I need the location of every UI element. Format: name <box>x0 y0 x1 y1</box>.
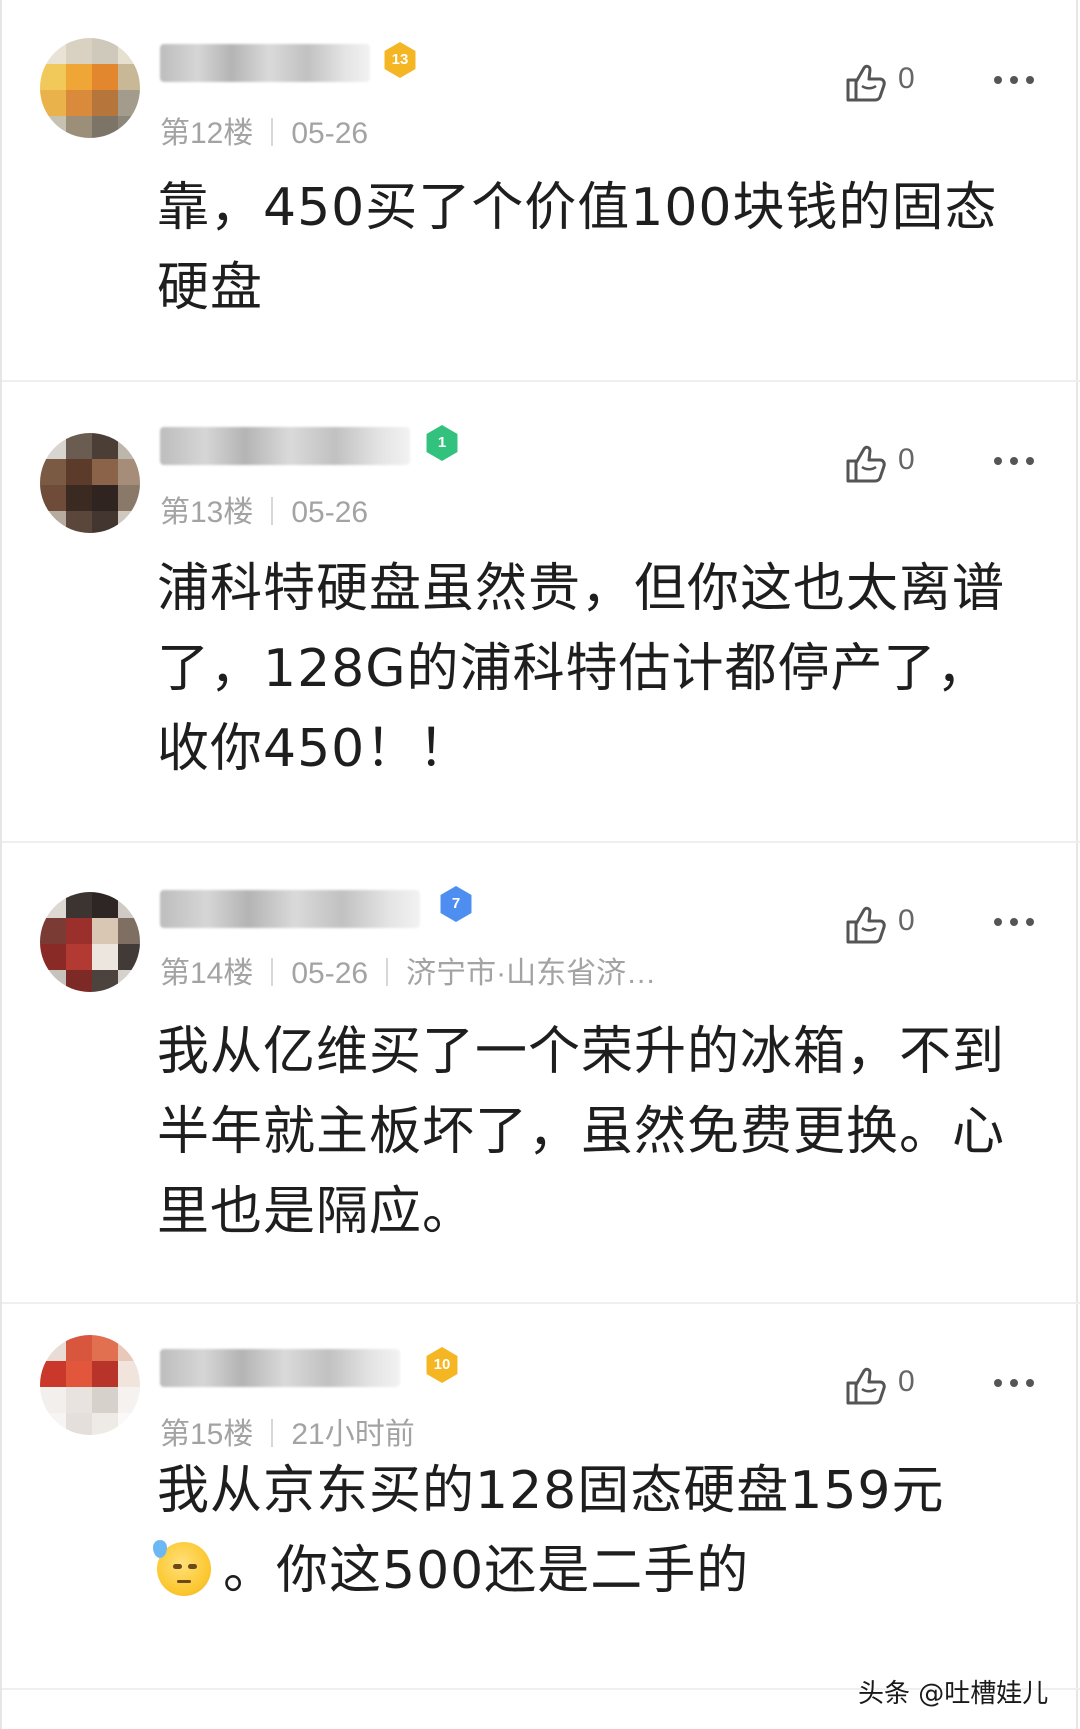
comment-body-text: 我从京东买的128固态硬盘159元 <box>157 1461 945 1521</box>
level-badge: 7 <box>438 886 474 922</box>
like-button[interactable]: 0 <box>842 58 962 108</box>
comment-location: 济宁市·山东省济… <box>406 957 657 990</box>
like-count: 0 <box>898 62 915 95</box>
comment-item: 10 第15楼 21小时前 0 我从京东买的128固态硬盘159元 。你这500还… <box>2 1303 1080 1689</box>
level-badge-number: 7 <box>451 895 461 912</box>
more-options-button[interactable] <box>994 912 1038 932</box>
user-avatar[interactable] <box>40 1335 140 1435</box>
meta-divider <box>271 958 274 987</box>
comment-date: 05-26 <box>291 957 369 990</box>
comment-date: 21小时前 <box>291 1418 415 1451</box>
level-badge: 10 <box>424 1347 460 1383</box>
user-avatar[interactable] <box>40 892 140 992</box>
username-blurred[interactable] <box>160 1349 400 1387</box>
more-options-button[interactable] <box>994 1373 1038 1393</box>
username-blurred[interactable] <box>160 44 370 82</box>
comment-body-text-tail: 。你这500还是二手的 <box>223 1541 750 1601</box>
user-avatar[interactable] <box>40 38 140 138</box>
more-options-button[interactable] <box>994 70 1038 90</box>
comment-date: 05-26 <box>291 496 369 529</box>
comment-date: 05-26 <box>291 117 369 150</box>
thumbs-up-icon <box>846 445 886 483</box>
level-badge-number: 13 <box>391 51 409 68</box>
level-badge-number: 1 <box>437 434 447 451</box>
like-button[interactable]: 0 <box>842 900 962 950</box>
like-count: 0 <box>898 904 915 937</box>
thumbs-up-icon <box>846 64 886 102</box>
meta-divider <box>271 118 274 147</box>
floor-number: 第13楼 <box>160 496 254 529</box>
like-count: 0 <box>898 1365 915 1398</box>
comment-meta: 第13楼 05-26 <box>160 487 368 531</box>
comment-item: 13 第12楼 05-26 0 靠，450买了个价值100块钱的固态硬盘 <box>2 0 1080 345</box>
like-button[interactable]: 0 <box>842 439 962 489</box>
comment-body: 靠，450买了个价值100块钱的固态硬盘 <box>157 178 998 318</box>
comment-item: 1 第13楼 05-26 0 浦科特硬盘虽然贵，但你这也太离谱了，128G的浦科特… <box>2 381 1080 841</box>
source-watermark: 头条 @吐槽娃儿 <box>858 1679 1049 1709</box>
more-options-button[interactable] <box>994 451 1038 471</box>
like-count: 0 <box>898 443 915 476</box>
comment-meta: 第12楼 05-26 <box>160 108 368 152</box>
meta-divider <box>271 497 274 526</box>
user-avatar[interactable] <box>40 433 140 533</box>
sweat-face-emoji-icon <box>153 1540 211 1596</box>
thumbs-up-icon <box>846 906 886 944</box>
comment-meta: 第14楼 05-26 济宁市·山东省济… <box>160 948 656 992</box>
floor-number: 第14楼 <box>160 957 254 990</box>
comment-meta: 第15楼 21小时前 <box>160 1409 415 1453</box>
comment-body: 浦科特硬盘虽然贵，但你这也太离谱了，128G的浦科特估计都停产了，收你450！！ <box>157 559 1006 779</box>
level-badge-number: 10 <box>433 1356 451 1373</box>
comment-body: 我从京东买的128固态硬盘159元 。你这500还是二手的 <box>153 1451 1017 1611</box>
floor-number: 第15楼 <box>160 1418 254 1451</box>
like-button[interactable]: 0 <box>842 1361 962 1411</box>
thumbs-up-icon <box>846 1367 886 1405</box>
comment-item: 7 第14楼 05-26 济宁市·山东省济… 0 我从亿维买了一个荣升的冰箱，不到半… <box>2 842 1080 1302</box>
level-badge: 1 <box>424 425 460 461</box>
username-blurred[interactable] <box>160 427 410 465</box>
meta-divider <box>386 958 389 987</box>
comment-body: 我从亿维买了一个荣升的冰箱，不到半年就主板坏了，虽然免费更换。心里也是隔应。 <box>157 1022 1006 1242</box>
level-badge: 13 <box>382 42 418 78</box>
username-blurred[interactable] <box>160 890 420 928</box>
floor-number: 第12楼 <box>160 117 254 150</box>
comment-list: 13 第12楼 05-26 0 靠，450买了个价值100块钱的固态硬盘 1 第… <box>0 0 1080 1729</box>
meta-divider <box>271 1419 274 1448</box>
